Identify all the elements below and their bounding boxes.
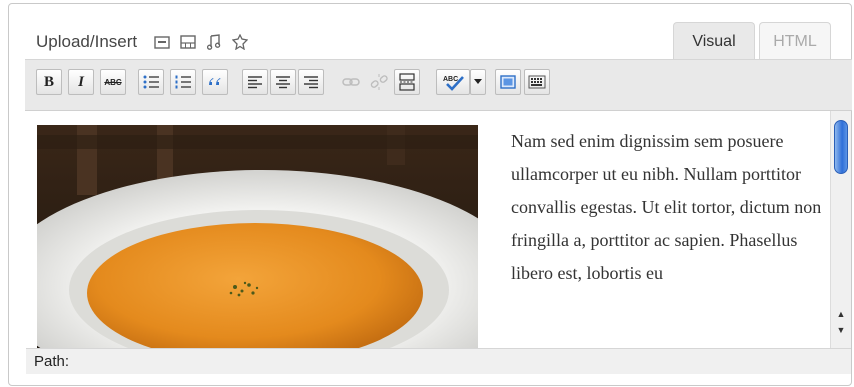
link-icon [342,78,360,86]
align-left-icon [248,76,262,89]
kitchen-sink-button[interactable] [524,69,550,95]
numbered-list-icon [175,75,191,89]
blockquote-button[interactable] [202,69,228,95]
italic-icon: I [78,73,84,90]
bold-button[interactable]: B [36,69,62,95]
numbered-list-button[interactable] [170,69,196,95]
more-tag-button[interactable] [394,69,420,95]
scroll-up-arrow-icon[interactable]: ▲ [834,307,848,320]
more-tag-icon [399,73,415,91]
editor-paragraph[interactable]: Nam sed enim dignissim sem posuere ullam… [511,125,826,290]
fullscreen-button[interactable] [495,69,521,95]
scrollbar-thumb[interactable] [834,120,848,174]
spellcheck-icon: ABC [443,76,464,91]
link-button[interactable] [338,69,364,95]
bullet-list-button[interactable] [138,69,164,95]
align-right-icon [304,76,318,89]
editor-scrollbar[interactable]: ▲ ▼ [830,111,851,348]
bold-icon: B [43,73,54,90]
chevron-down-icon [474,79,482,84]
unlink-button[interactable] [366,69,392,95]
svg-text:ABC: ABC [443,76,458,83]
fullscreen-icon [500,75,516,89]
video-icon[interactable] [177,32,199,52]
kitchen-sink-icon [528,75,546,89]
tab-html[interactable]: HTML [759,22,831,60]
scroll-down-arrow-icon[interactable]: ▼ [834,323,848,336]
upload-insert-label: Upload/Insert [36,32,138,51]
unlink-icon [370,74,388,90]
strikethrough-button[interactable]: ABC [100,69,126,95]
spellcheck-dropdown-button[interactable] [470,69,486,95]
strikethrough-icon: ABC [104,77,122,87]
path-status-bar: Path: [26,348,851,374]
bullet-list-icon [143,75,159,89]
blockquote-icon [209,78,221,85]
path-label: Path: [34,353,70,370]
upload-insert-bar: Upload/Insert [36,30,255,54]
soup-bowl-image [37,125,478,348]
italic-button[interactable]: I [68,69,94,95]
align-center-icon [276,76,290,89]
align-center-button[interactable] [270,69,296,95]
image-icon[interactable] [151,32,173,52]
align-right-button[interactable] [298,69,324,95]
align-left-button[interactable] [242,69,268,95]
audio-icon[interactable] [203,32,225,52]
spellcheck-button[interactable]: ABC [436,69,470,95]
editor-content-area[interactable]: Nam sed enim dignissim sem posuere ullam… [26,111,851,348]
tab-visual[interactable]: Visual [673,22,755,60]
media-icon[interactable] [229,32,251,52]
editor-toolbar: B I ABC ABC [25,59,852,111]
